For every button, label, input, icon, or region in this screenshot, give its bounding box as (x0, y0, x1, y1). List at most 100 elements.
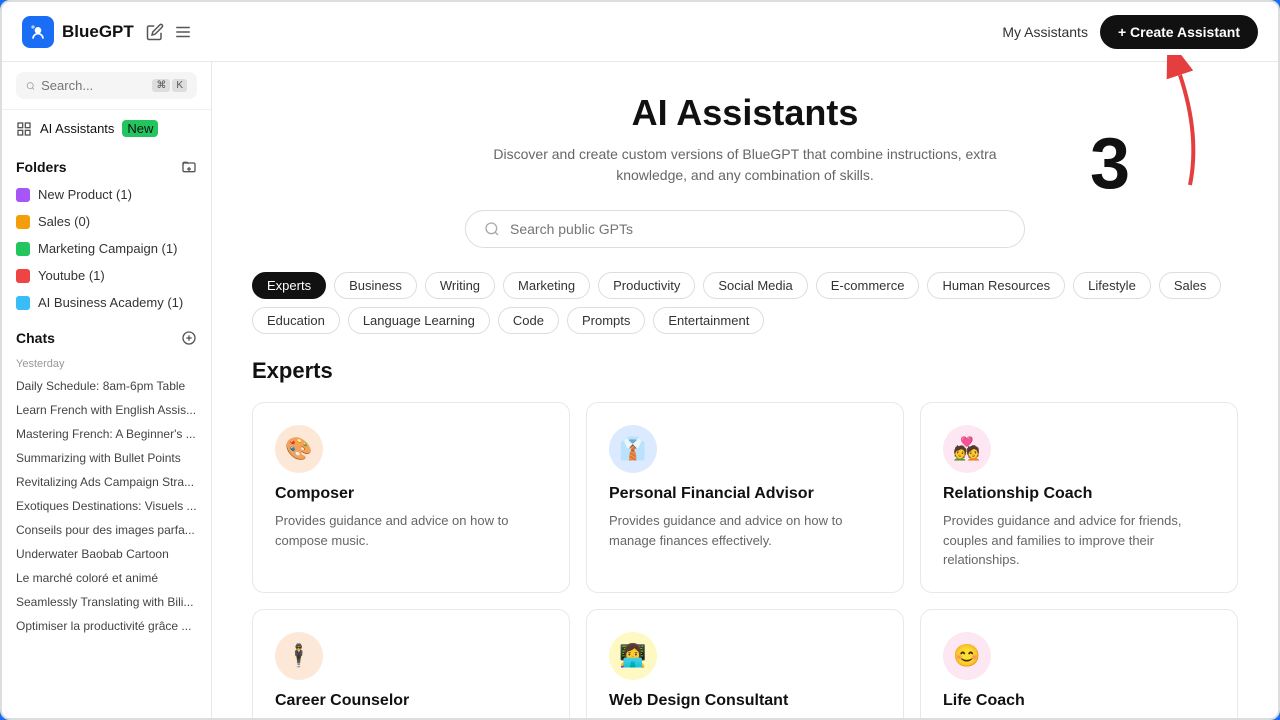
top-bar-left: BlueGPT (22, 16, 192, 48)
card-avatar: 👩‍💻 (609, 632, 657, 680)
card-description: Provides guidance and advice on how to c… (275, 511, 547, 550)
filter-chip[interactable]: Human Resources (927, 272, 1065, 299)
chat-item[interactable]: Seamlessly Translating with Bili... (2, 590, 211, 614)
assistant-card[interactable]: 🎨 Composer Provides guidance and advice … (252, 402, 570, 593)
filter-chip[interactable]: Social Media (703, 272, 807, 299)
folder-label: New Product (1) (38, 187, 132, 202)
main-layout: ⌘ K AI Assistants New Folders New Produc… (2, 62, 1278, 718)
ai-assistants-label: AI Assistants (40, 121, 114, 136)
chat-label: Underwater Baobab Cartoon (16, 547, 197, 561)
chat-item[interactable]: Underwater Baobab Cartoon (2, 542, 211, 566)
folder-color-dot (16, 188, 30, 202)
folder-item[interactable]: Youtube (1) (2, 262, 211, 289)
yesterday-label: Yesterday (2, 352, 211, 374)
chat-label: Summarizing with Bullet Points (16, 451, 197, 465)
chat-label: Optimiser la productivité grâce ... (16, 619, 197, 633)
filter-chip[interactable]: Productivity (598, 272, 695, 299)
folder-label: Sales (0) (38, 214, 90, 229)
add-folder-button[interactable] (181, 159, 197, 175)
card-description: Provides guidance and advice to achieve … (275, 718, 547, 719)
filter-chip[interactable]: Writing (425, 272, 495, 299)
filter-row-1: Experts Business Writing Marketing Productiv… (252, 272, 1238, 299)
search-gpt-icon (484, 221, 500, 237)
filter-chip[interactable]: E-commerce (816, 272, 920, 299)
folder-item[interactable]: AI Business Academy (1) (2, 289, 211, 316)
filter-chip[interactable]: Experts (252, 272, 326, 299)
assistant-card[interactable]: 😊 Life Coach Provides guidance and advic… (920, 609, 1238, 719)
card-name: Composer (275, 485, 547, 503)
search-bar-inner: ⌘ K (16, 72, 197, 99)
card-description: Provides guidance and advice on how to m… (609, 511, 881, 550)
card-description: Gives tips and help for making websites … (609, 718, 881, 719)
filter-chip[interactable]: Prompts (567, 307, 645, 334)
card-avatar: 🎨 (275, 425, 323, 473)
search-gpt-bar (465, 210, 1025, 248)
top-bar-icons[interactable] (146, 23, 192, 41)
card-avatar: 👔 (609, 425, 657, 473)
search-input[interactable] (41, 78, 146, 93)
folder-item[interactable]: Marketing Campaign (1) (2, 235, 211, 262)
folders-list: New Product (1) Sales (0) Marketing Campai… (2, 181, 211, 316)
filter-chip[interactable]: Education (252, 307, 340, 334)
folder-label: AI Business Academy (1) (38, 295, 183, 310)
folders-title: Folders (16, 159, 67, 175)
chats-title: Chats (16, 330, 55, 346)
search-icon (26, 79, 35, 93)
folder-color-dot (16, 269, 30, 283)
chat-label: Daily Schedule: 8am-6pm Table (16, 379, 197, 393)
my-assistants-button[interactable]: My Assistants (1002, 24, 1088, 40)
filter-chip[interactable]: Lifestyle (1073, 272, 1151, 299)
create-assistant-button[interactable]: + Create Assistant (1100, 15, 1258, 49)
folders-section-header: Folders (2, 147, 211, 181)
ai-assistants-nav-item[interactable]: AI Assistants New (2, 110, 211, 147)
folder-color-dot (16, 296, 30, 310)
filter-chip[interactable]: Code (498, 307, 559, 334)
logo: BlueGPT (22, 16, 134, 48)
chat-item[interactable]: Revitalizing Ads Campaign Stra... (2, 470, 211, 494)
assistant-card[interactable]: 🕴️ Career Counselor Provides guidance an… (252, 609, 570, 719)
new-badge: New (122, 120, 158, 137)
chat-item[interactable]: Optimiser la productivité grâce ... (2, 614, 211, 638)
filter-chip[interactable]: Sales (1159, 272, 1222, 299)
menu-icon[interactable] (174, 23, 192, 41)
assistant-card[interactable]: 💑 Relationship Coach Provides guidance a… (920, 402, 1238, 593)
search-gpt-input[interactable] (510, 221, 1006, 237)
card-name: Web Design Consultant (609, 692, 881, 710)
assistant-card[interactable]: 👔 Personal Financial Advisor Provides gu… (586, 402, 904, 593)
folder-item[interactable]: New Product (1) (2, 181, 211, 208)
card-name: Relationship Coach (943, 485, 1215, 503)
kbd-cmd: ⌘ (152, 79, 170, 92)
search-bar-container: ⌘ K (2, 62, 211, 110)
cards-grid: 🎨 Composer Provides guidance and advice … (252, 402, 1238, 718)
chat-item[interactable]: Daily Schedule: 8am-6pm Table (2, 374, 211, 398)
edit-icon[interactable] (146, 23, 164, 41)
filter-chip[interactable]: Entertainment (653, 307, 764, 334)
card-description: Provides guidance and advice to help cli… (943, 718, 1215, 719)
chat-item[interactable]: Conseils pour des images parfa... (2, 518, 211, 542)
page-title: AI Assistants (252, 92, 1238, 134)
chat-label: Seamlessly Translating with Bili... (16, 595, 197, 609)
chat-item[interactable]: Summarizing with Bullet Points (2, 446, 211, 470)
chat-label: Conseils pour des images parfa... (16, 523, 197, 537)
card-name: Personal Financial Advisor (609, 485, 881, 503)
chats-section-header: Chats (2, 316, 211, 352)
add-folder-icon (181, 159, 197, 175)
folder-item[interactable]: Sales (0) (2, 208, 211, 235)
filter-chip[interactable]: Marketing (503, 272, 590, 299)
add-chat-icon (181, 330, 197, 346)
add-chat-button[interactable] (181, 330, 197, 346)
chat-item[interactable]: Learn French with English Assis... (2, 398, 211, 422)
chat-item[interactable]: Exotiques Destinations: Visuels ... (2, 494, 211, 518)
chat-label: Revitalizing Ads Campaign Stra... (16, 475, 197, 489)
chat-label: Exotiques Destinations: Visuels ... (16, 499, 197, 513)
chat-item[interactable]: Mastering French: A Beginner's ... (2, 422, 211, 446)
card-avatar: 💑 (943, 425, 991, 473)
assistant-card[interactable]: 👩‍💻 Web Design Consultant Gives tips and… (586, 609, 904, 719)
filter-chip[interactable]: Language Learning (348, 307, 490, 334)
top-bar: BlueGPT My Assistants + Create Assistant (2, 2, 1278, 62)
card-avatar: 😊 (943, 632, 991, 680)
main-content: AI Assistants Discover and create custom… (212, 62, 1278, 718)
filter-chip[interactable]: Business (334, 272, 417, 299)
chat-item[interactable]: Le marché coloré et animé (2, 566, 211, 590)
app-name: BlueGPT (62, 22, 134, 42)
